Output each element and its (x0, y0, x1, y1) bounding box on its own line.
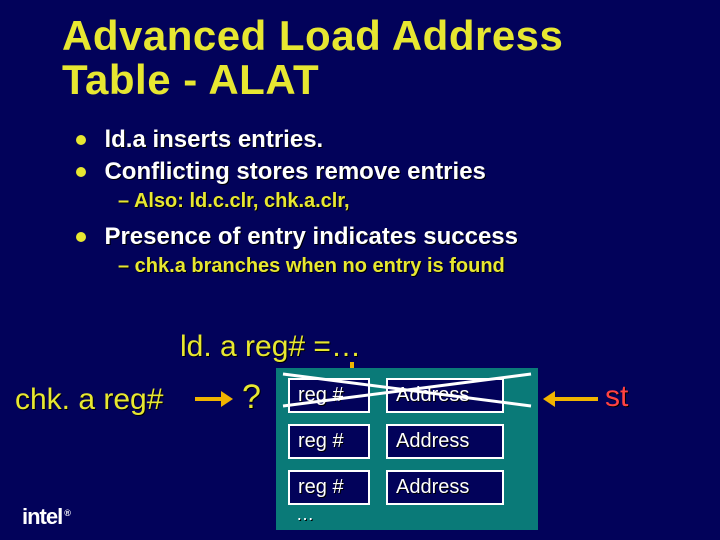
bullet-3: Presence of entry indicates success (76, 223, 680, 251)
bullet-text: Conflicting stores remove entries (104, 158, 485, 185)
logo-text: intel (22, 504, 62, 529)
slide: Advanced Load Address Table - ALAT ld.a … (0, 0, 720, 540)
intel-logo: intel® (22, 504, 70, 530)
sub-bullet-2: – Also: ld.c.clr, chk.a.clr, (118, 190, 680, 213)
question-mark: ? (242, 378, 261, 417)
cell-addr: Address (386, 424, 504, 459)
chk-label: chk. a reg# (15, 383, 163, 417)
cell-reg: reg # (288, 470, 370, 505)
bullet-2: Conflicting stores remove entries (76, 158, 680, 186)
bullet-dot (76, 232, 86, 242)
cell-reg: reg # (288, 424, 370, 459)
bullet-dot (76, 135, 86, 145)
cell-addr: Address (386, 470, 504, 505)
cell-reg: reg # (288, 378, 370, 413)
bullet-1: ld.a inserts entries. (76, 126, 680, 154)
st-label: st (605, 380, 628, 414)
bullet-list: ld.a inserts entries. Conflicting stores… (76, 126, 680, 288)
ellipsis: … (296, 504, 314, 525)
lda-label: ld. a reg# =… (180, 330, 361, 364)
cell-addr: Address (386, 378, 504, 413)
bullet-text: Presence of entry indicates success (104, 223, 518, 250)
alat-table: reg # Address reg # Address reg # Addres… (276, 368, 538, 530)
arrow-right-icon (195, 392, 231, 406)
arrow-left-icon (543, 392, 598, 406)
registered-icon: ® (64, 508, 70, 518)
slide-title: Advanced Load Address Table - ALAT (62, 14, 680, 102)
sub-bullet-3: – chk.a branches when no entry is found (118, 255, 680, 278)
bullet-dot (76, 167, 86, 177)
bullet-text: ld.a inserts entries. (104, 126, 323, 153)
